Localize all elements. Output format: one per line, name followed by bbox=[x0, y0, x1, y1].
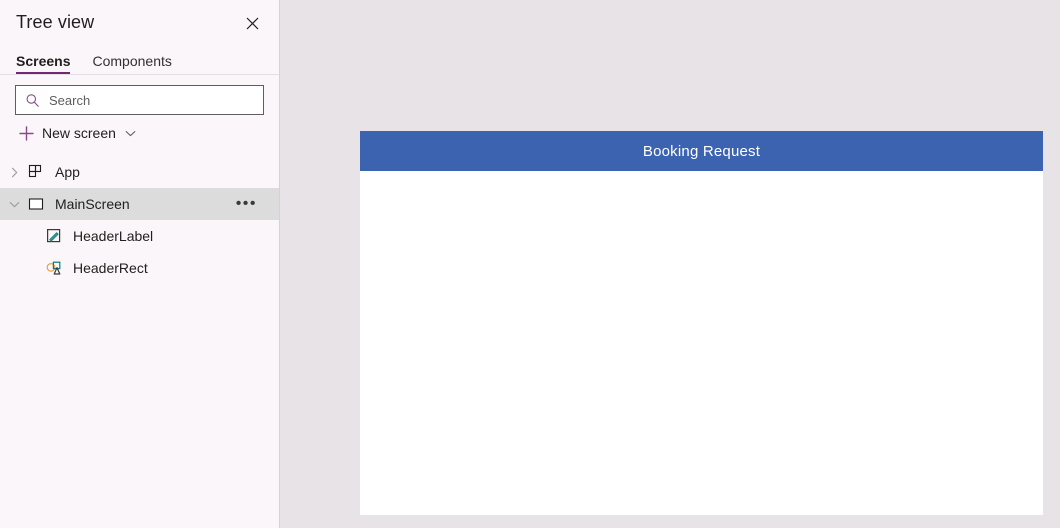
new-screen-button[interactable]: New screen bbox=[0, 118, 279, 148]
chevron-down-icon[interactable] bbox=[6, 196, 22, 212]
power-apps-studio: Tree view Screens Components Search New … bbox=[0, 0, 1060, 528]
tree-list: App MainScreen ••• HeaderLabel HeaderRec… bbox=[0, 156, 279, 284]
tree-view-panel: Tree view Screens Components Search New … bbox=[0, 0, 280, 528]
plus-icon bbox=[18, 125, 34, 141]
chevron-right-icon[interactable] bbox=[6, 164, 22, 180]
tree-item-label: HeaderLabel bbox=[73, 228, 154, 244]
close-icon[interactable] bbox=[239, 10, 265, 36]
canvas-area[interactable]: Booking Request bbox=[281, 0, 1060, 528]
shapes-icon bbox=[45, 259, 63, 277]
label-pencil-icon bbox=[45, 227, 63, 245]
tree-item-mainscreen[interactable]: MainScreen ••• bbox=[0, 188, 279, 220]
new-screen-label: New screen bbox=[42, 125, 116, 141]
tree-item-label: App bbox=[55, 164, 80, 180]
tree-item-headerlabel[interactable]: HeaderLabel bbox=[0, 220, 279, 252]
tab-components[interactable]: Components bbox=[92, 54, 171, 74]
panel-header: Tree view bbox=[0, 0, 279, 44]
tree-item-label: MainScreen bbox=[55, 196, 130, 212]
app-screen-canvas[interactable]: Booking Request bbox=[360, 131, 1043, 515]
tree-item-headerrect[interactable]: HeaderRect bbox=[0, 252, 279, 284]
panel-tabs: Screens Components bbox=[0, 44, 279, 75]
chevron-down-icon[interactable] bbox=[124, 126, 138, 140]
app-grid-icon bbox=[27, 163, 45, 181]
canvas-header-label[interactable]: Booking Request bbox=[360, 131, 1043, 171]
search-container bbox=[0, 75, 279, 115]
tree-item-label: HeaderRect bbox=[73, 260, 148, 276]
screen-rectangle-icon bbox=[27, 195, 45, 213]
search-box[interactable] bbox=[15, 85, 264, 115]
tree-item-app[interactable]: App bbox=[0, 156, 279, 188]
search-input[interactable] bbox=[49, 92, 255, 108]
more-options-button[interactable]: ••• bbox=[236, 196, 257, 212]
search-icon bbox=[24, 92, 40, 108]
page-title: Tree view bbox=[16, 11, 95, 32]
tab-screens[interactable]: Screens bbox=[16, 54, 71, 74]
